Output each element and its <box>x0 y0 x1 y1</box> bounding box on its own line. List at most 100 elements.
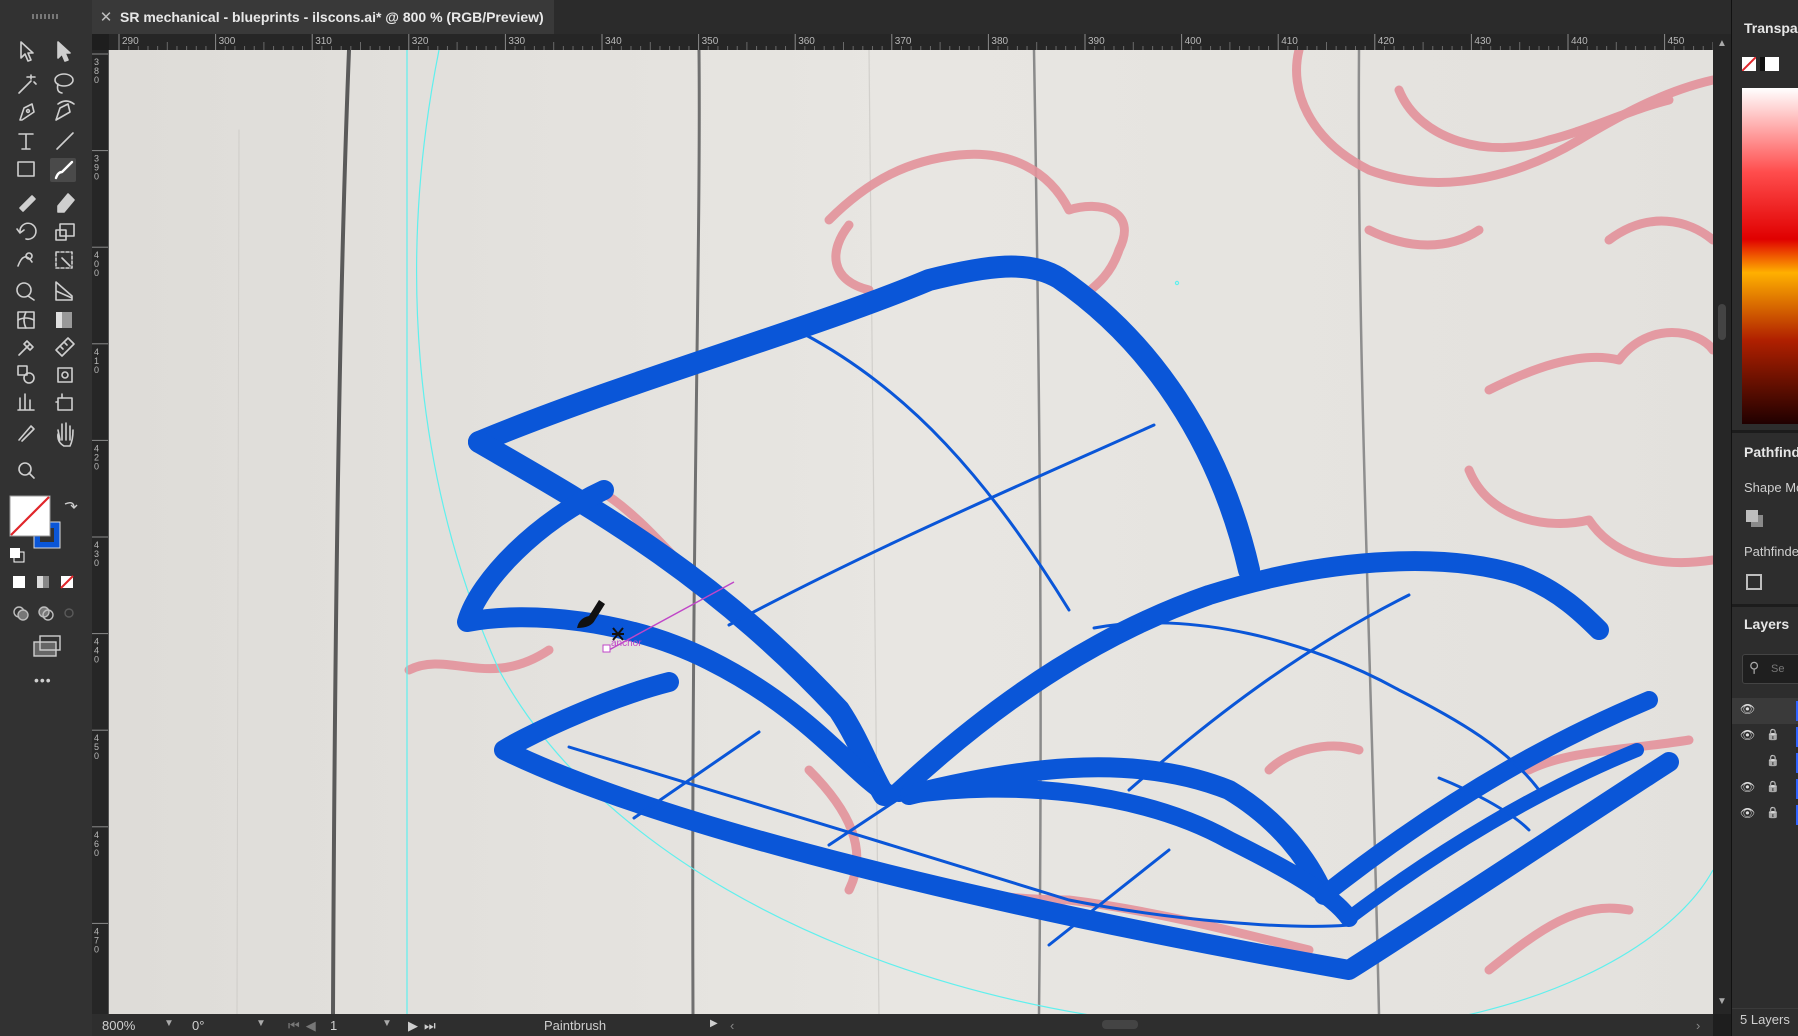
mesh-tool-icon[interactable] <box>17 311 35 329</box>
lasso-tool-icon[interactable] <box>54 73 74 94</box>
ruler-label: 430 <box>1474 36 1491 47</box>
eraser-tool-icon[interactable] <box>57 193 75 213</box>
drawing-mode-buttons[interactable] <box>13 606 74 621</box>
ruler-label-digit: 0 <box>94 461 99 471</box>
swap-fill-stroke-icon[interactable] <box>64 501 78 509</box>
ruler-label-digit: 0 <box>94 268 99 278</box>
ruler-label-digit: 0 <box>94 944 99 954</box>
horizontal-ruler[interactable]: 290 300 310 320 330 340 350 360 370 380 390 400 410 4… <box>109 34 1714 51</box>
artboard-next-icons[interactable]: ▶⏭ <box>408 1018 442 1034</box>
layer-row[interactable]: 👁 <box>1732 698 1798 724</box>
default-fill-stroke-icon[interactable] <box>10 548 25 563</box>
measure-tool-icon[interactable] <box>55 337 75 357</box>
lock-icon[interactable]: 🔒 <box>1766 754 1780 767</box>
layer-row[interactable]: 👁 🔒 <box>1732 724 1798 750</box>
scroll-down-icon[interactable]: ▼ <box>1717 996 1727 1007</box>
zoom-tool-icon[interactable] <box>18 462 35 479</box>
artboard-tool-icon[interactable] <box>55 393 73 411</box>
layer-row[interactable]: 👁 🔒 <box>1732 802 1798 828</box>
zoom-dropdown-icon[interactable]: ▼ <box>164 1018 174 1029</box>
blend-tool-icon[interactable] <box>17 365 35 384</box>
vertical-ruler[interactable]: 380390400410420430440450460470 <box>92 50 109 1014</box>
artboard-number[interactable]: 1 <box>330 1018 337 1033</box>
ruler-label-digit: 0 <box>94 75 99 85</box>
more-tools-button[interactable]: ••• <box>34 672 52 688</box>
slice-tool-icon[interactable] <box>18 425 35 442</box>
horizontal-scrollbar-thumb[interactable] <box>1102 1020 1138 1029</box>
artboard-dropdown-icon[interactable]: ▼ <box>382 1018 392 1029</box>
rotate-tool-icon[interactable] <box>16 222 37 241</box>
hand-tool-icon[interactable] <box>57 422 74 447</box>
warp-tool-icon[interactable] <box>17 252 33 267</box>
fill-stroke-swatches[interactable] <box>9 495 61 549</box>
ruler-label-digit: 0 <box>94 172 99 182</box>
document-tab[interactable]: ✕ SR mechanical - blueprints - ilscons.a… <box>92 0 554 34</box>
ruler-label: 390 <box>1088 36 1105 47</box>
lock-icon[interactable]: 🔒 <box>1766 780 1780 793</box>
layer-row[interactable]: 👁 🔒 <box>1732 776 1798 802</box>
perspective-grid-tool-icon[interactable] <box>55 281 73 301</box>
ruler-label: 410 <box>1281 36 1298 47</box>
hscroll-left-icon[interactable]: ‹ <box>730 1018 734 1033</box>
vertical-scrollbar[interactable]: ▲ ▼ <box>1713 34 1731 1014</box>
screen-mode-icon[interactable] <box>33 635 61 657</box>
white-swatch-front[interactable] <box>1765 57 1779 71</box>
paintbrush-tool-icon[interactable] <box>50 158 76 182</box>
ruler-label: 290 <box>122 36 139 47</box>
color-spectrum[interactable] <box>1742 88 1798 424</box>
free-transform-tool-icon[interactable] <box>55 251 73 269</box>
gradient-tool-icon[interactable] <box>56 312 72 328</box>
artboard-canvas[interactable]: anchor <box>109 50 1713 1014</box>
right-panels: Transpa Pathfind Shape Mo Pathfinde Laye… <box>1731 0 1798 1036</box>
rotation-dropdown-icon[interactable]: ▼ <box>256 1018 266 1029</box>
scrollbar-thumb[interactable] <box>1718 304 1726 340</box>
ruler-label: 400 <box>1185 36 1202 47</box>
magic-wand-tool-icon[interactable] <box>18 74 37 94</box>
artboard-prev-icons[interactable]: ⏮◀ <box>288 1018 322 1034</box>
type-tool-icon[interactable] <box>18 133 34 150</box>
visibility-eye-icon[interactable]: 👁 <box>1740 806 1755 820</box>
status-menu-icon[interactable]: ▶ <box>710 1018 718 1029</box>
ruler-label-digit: 0 <box>94 365 99 375</box>
lock-icon[interactable]: 🔒 <box>1766 806 1780 819</box>
placed-sketch-background <box>109 50 1713 1014</box>
visibility-eye-icon[interactable]: 👁 <box>1740 702 1755 716</box>
shape-builder-tool-icon[interactable] <box>16 282 35 301</box>
scale-tool-icon[interactable] <box>55 223 75 241</box>
transparency-panel-title[interactable]: Transpa <box>1744 20 1798 36</box>
none-swatch[interactable] <box>1742 57 1756 71</box>
pathfinders-label: Pathfinde <box>1744 544 1798 559</box>
shape-modes-label: Shape Mo <box>1744 480 1798 495</box>
zoom-level[interactable]: 800% <box>102 1018 135 1033</box>
eyedropper-tool-icon[interactable] <box>18 340 34 356</box>
curvature-tool-icon[interactable] <box>55 100 75 121</box>
ruler-label: 450 <box>1668 36 1685 47</box>
rectangle-tool-icon[interactable] <box>17 161 35 177</box>
ruler-label: 310 <box>315 36 332 47</box>
pen-tool-icon[interactable] <box>19 103 35 121</box>
scroll-up-icon[interactable]: ▲ <box>1717 38 1727 49</box>
selection-tool-icon[interactable] <box>20 41 34 62</box>
ruler-label: 340 <box>605 36 622 47</box>
unite-icon[interactable] <box>1746 510 1758 522</box>
pathfinder-panel-title[interactable]: Pathfind <box>1744 444 1798 460</box>
ruler-label: 440 <box>1571 36 1588 47</box>
rotation-value[interactable]: 0° <box>192 1018 204 1033</box>
close-icon[interactable]: ✕ <box>92 8 120 26</box>
shaper-tool-icon[interactable] <box>19 195 36 212</box>
layer-row[interactable]: 🔒 <box>1732 750 1798 776</box>
divide-icon[interactable] <box>1746 574 1762 590</box>
layers-panel-title[interactable]: Layers <box>1744 616 1789 632</box>
layers-search-field[interactable]: ⚲ Se <box>1742 654 1798 684</box>
lock-icon[interactable]: 🔒 <box>1766 728 1780 741</box>
visibility-eye-icon[interactable]: 👁 <box>1740 728 1755 742</box>
status-bar: 800% ▼ 0° ▼ ⏮◀ 1 ▼ ▶⏭ Paintbrush ▶ ‹ › <box>92 1014 1713 1036</box>
ruler-label: 300 <box>219 36 236 47</box>
visibility-eye-icon[interactable]: 👁 <box>1740 780 1755 794</box>
color-mode-buttons[interactable] <box>13 575 74 589</box>
column-graph-tool-icon[interactable] <box>17 393 35 411</box>
line-segment-tool-icon[interactable] <box>56 132 74 150</box>
symbol-sprayer-tool-icon[interactable] <box>57 367 73 383</box>
hscroll-right-icon[interactable]: › <box>1696 1018 1700 1033</box>
direct-selection-tool-icon[interactable] <box>57 41 71 62</box>
